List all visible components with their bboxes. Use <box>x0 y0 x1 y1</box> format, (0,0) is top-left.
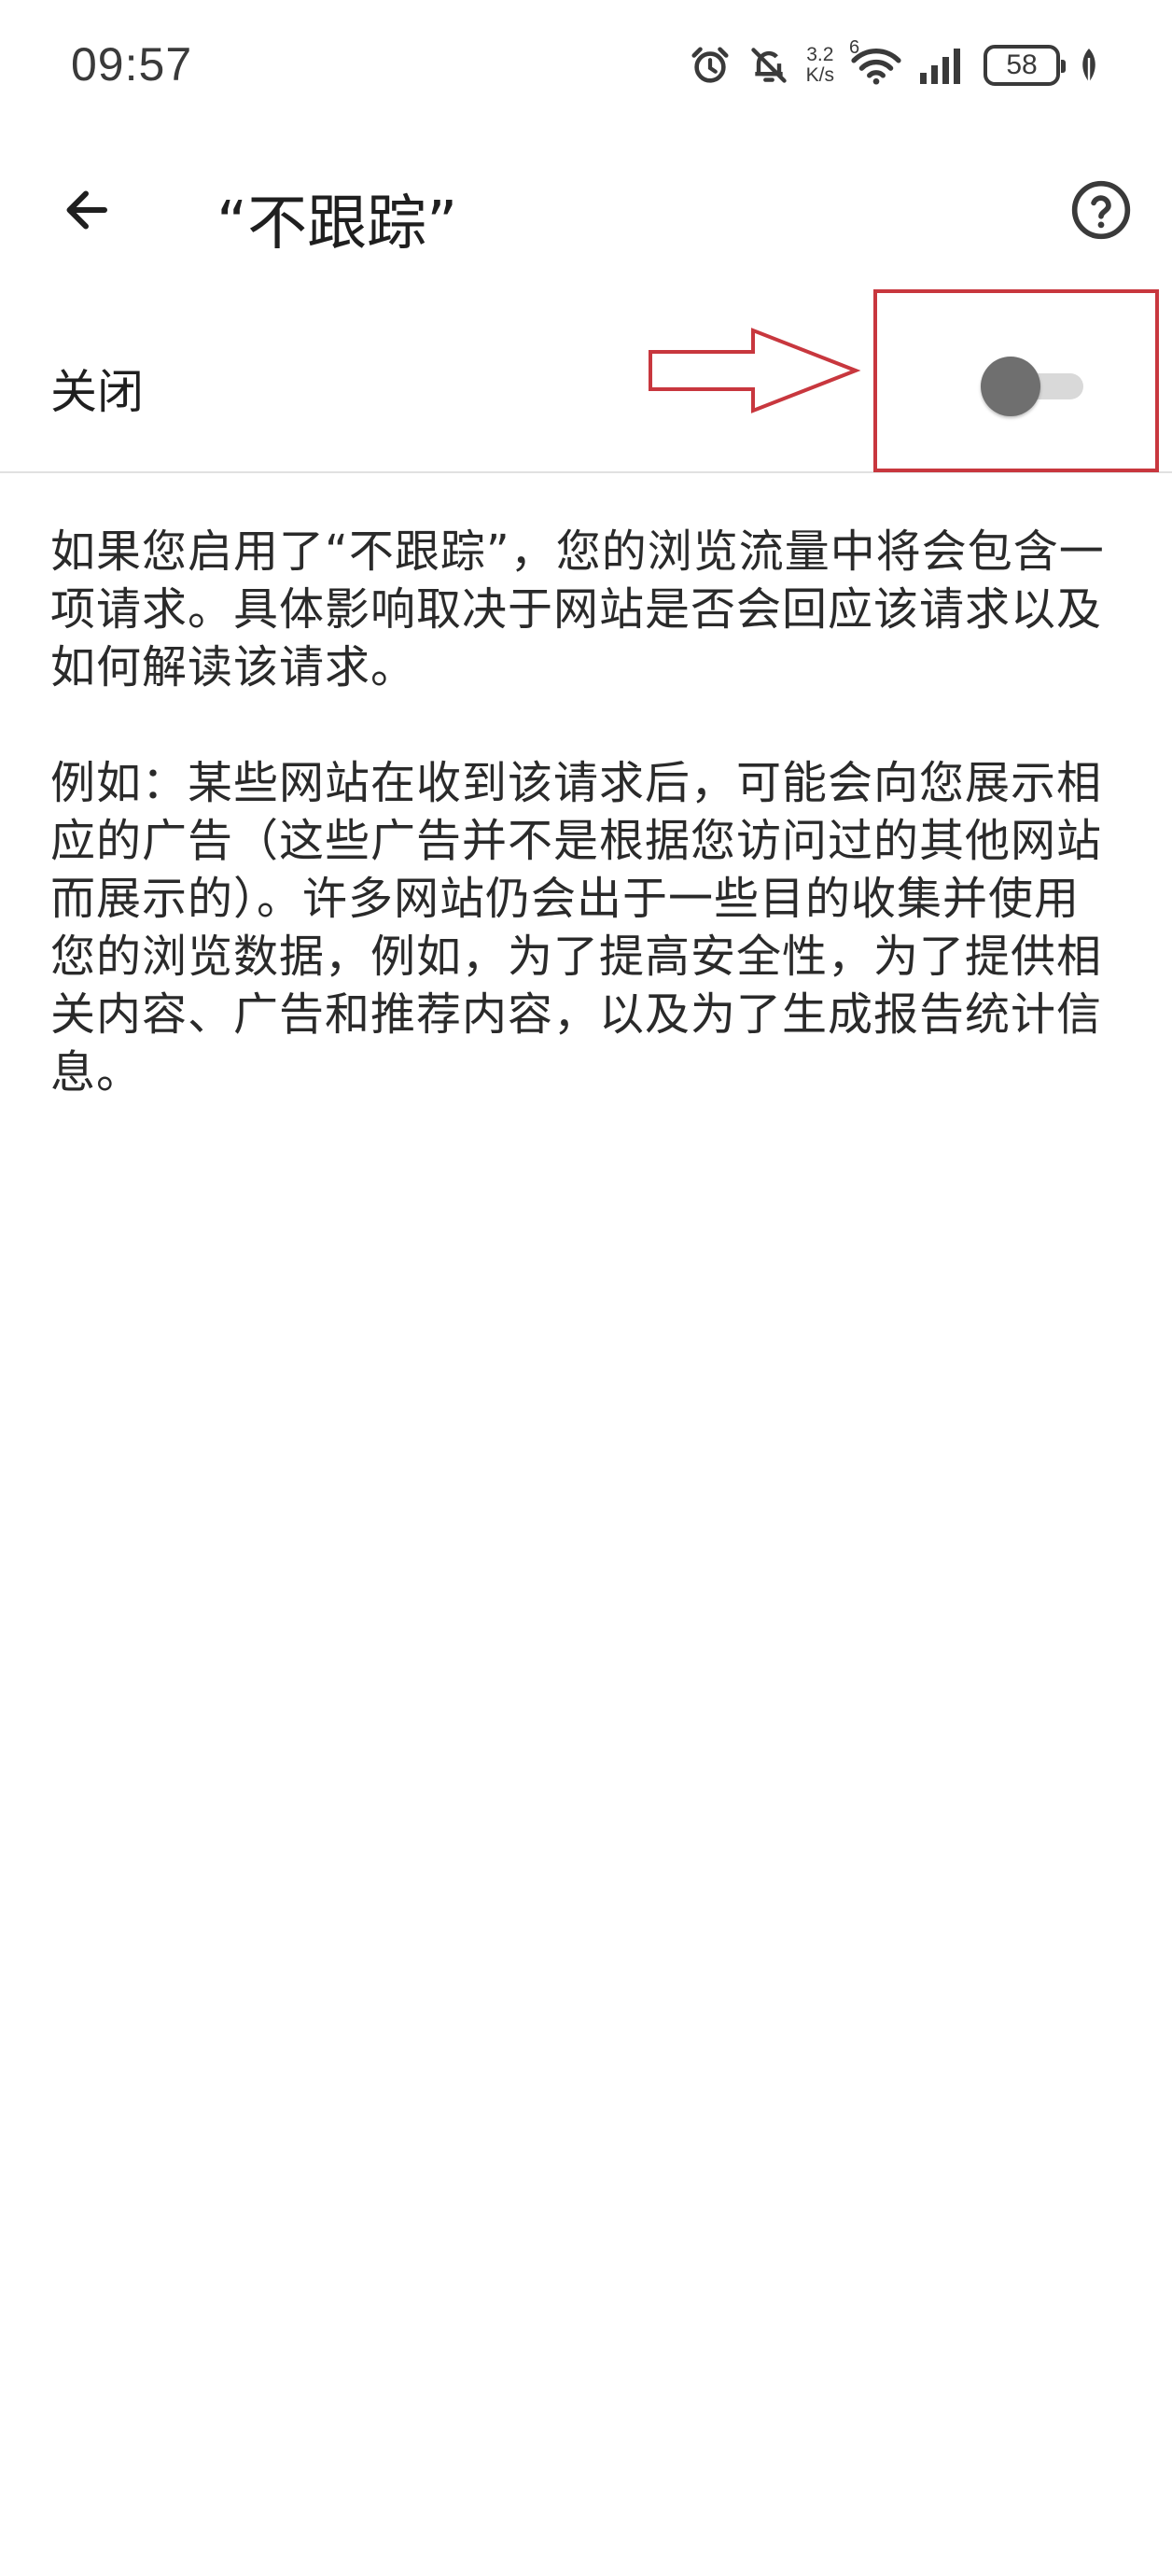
wifi-indicator: 6 <box>849 37 901 86</box>
do-not-track-toggle-row[interactable]: 关闭 <box>0 289 1172 473</box>
page-title: “不跟踪” <box>216 189 458 259</box>
leaf-icon <box>1082 49 1095 82</box>
battery-level: 58 <box>1006 49 1038 80</box>
description: 如果您启用了“不跟踪”，您的浏览流量中将会包含一项请求。具体影响取决于网站是否会… <box>50 523 1123 1159</box>
back-button[interactable] <box>49 173 123 247</box>
description-paragraph-2: 例如：某些网站在收到该请求后，可能会向您展示相应的广告（这些广告并不是根据您访问… <box>50 757 1103 1099</box>
battery-icon: 58 <box>984 45 1066 86</box>
net-speed: 3.2 K/s <box>806 45 834 86</box>
status-time: 09:57 <box>71 38 193 91</box>
status-icons: 3.2 K/s 6 58 <box>689 37 1101 91</box>
bell-off-icon <box>750 48 787 83</box>
status-bar: 09:57 3.2 K/s 6 58 <box>0 0 1172 140</box>
alarm-icon <box>691 47 729 83</box>
description-paragraph-1: 如果您启用了“不跟踪”，您的浏览流量中将会包含一项请求。具体影响取决于网站是否会… <box>50 525 1105 693</box>
switch-thumb <box>981 357 1040 416</box>
wifi-badge: 6 <box>849 37 860 58</box>
net-speed-unit: K/s <box>805 64 834 86</box>
app-bar: “不跟踪” <box>0 140 1172 280</box>
signal-icon <box>920 49 960 84</box>
toggle-state-label: 关闭 <box>50 365 144 419</box>
annotation-arrow-icon <box>649 328 861 413</box>
do-not-track-switch[interactable] <box>981 357 1083 416</box>
help-button[interactable] <box>1064 173 1138 247</box>
arrow-back-icon <box>66 190 107 230</box>
net-speed-value: 3.2 <box>806 44 834 65</box>
help-circle-icon <box>1071 180 1131 240</box>
